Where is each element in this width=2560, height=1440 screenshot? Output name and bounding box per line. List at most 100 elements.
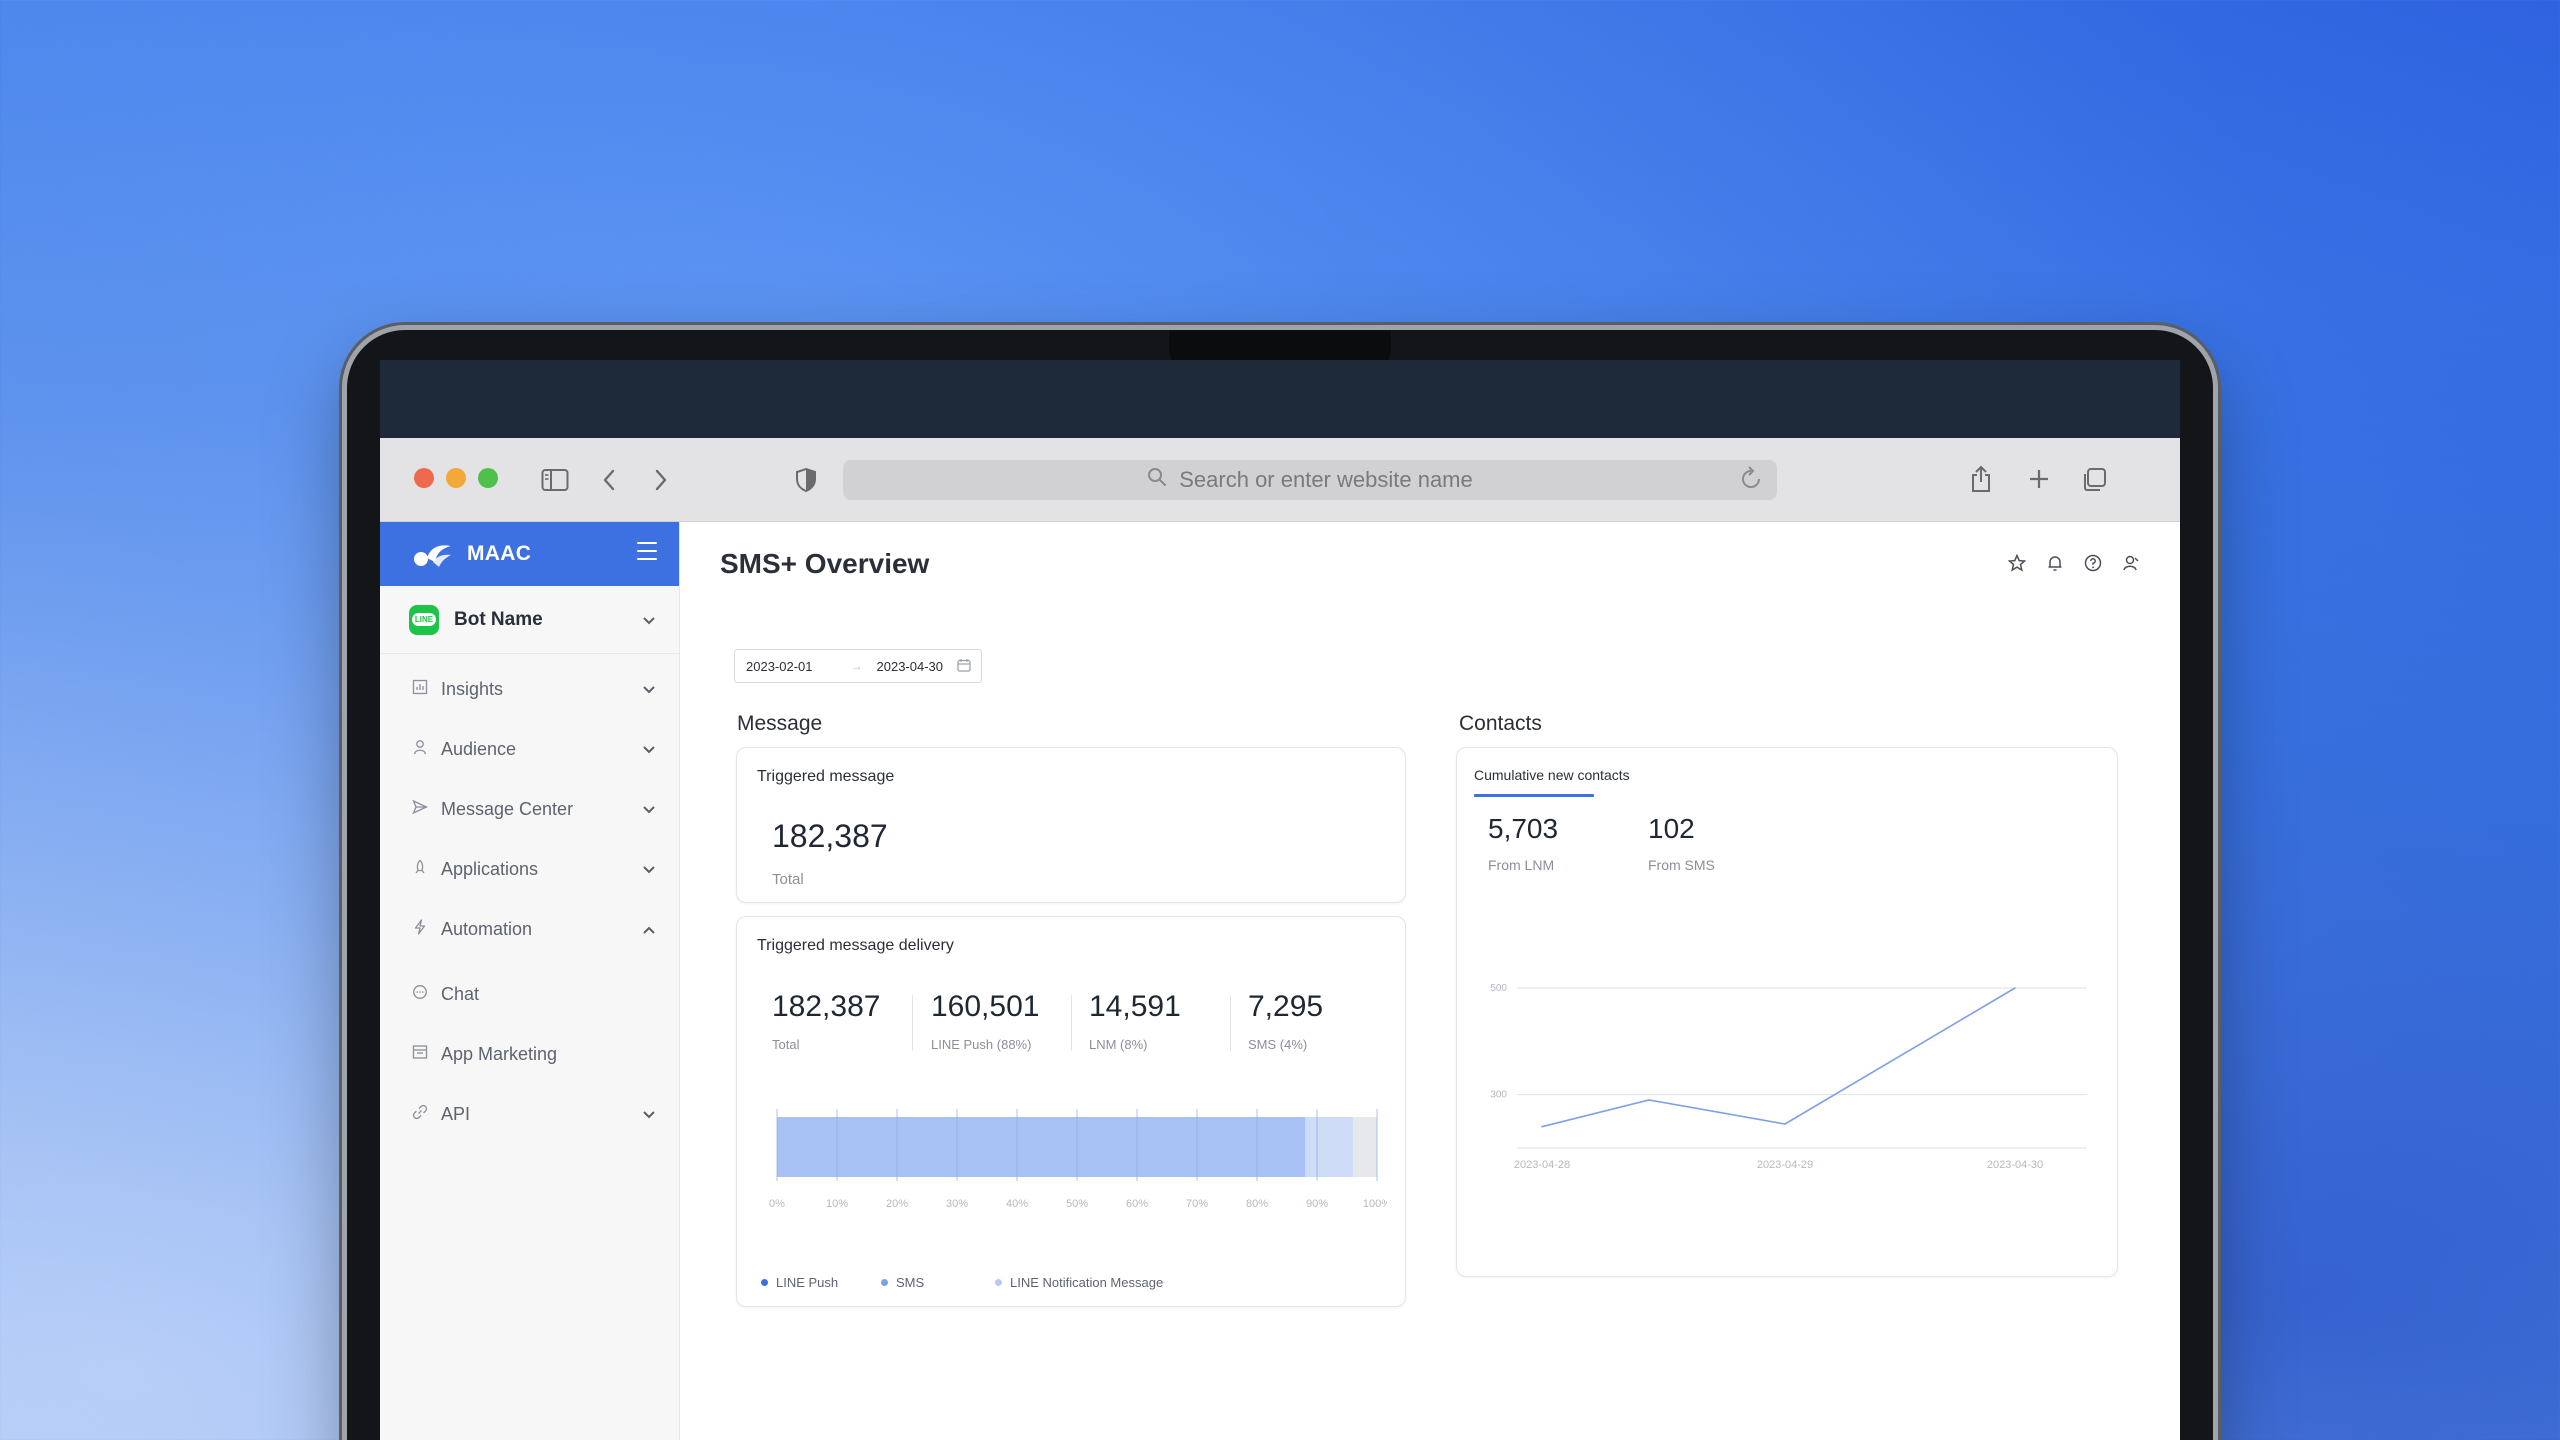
data-point [2014, 987, 2016, 989]
search-icon [1147, 467, 1167, 493]
divider [912, 995, 913, 1051]
new-tab-icon[interactable] [2026, 466, 2052, 492]
message-section-title: Message [737, 712, 823, 735]
sms-label: SMS (4%) [1248, 1037, 1308, 1052]
calendar-icon [957, 658, 971, 675]
arrow-right-icon: → [850, 659, 863, 673]
tick-label: 60% [1126, 1198, 1148, 1210]
main-content: SMS+ Overview 2023-02-01 → 2023-04-30 Me… [681, 522, 2180, 1440]
privacy-shield-icon[interactable] [793, 466, 819, 494]
close-window-button[interactable] [414, 468, 434, 488]
contacts-line-chart: 500 300 2023-04-28 2023-04-29 2023-04-30 [1490, 983, 2087, 1171]
tick-label: 70% [1186, 1198, 1208, 1210]
triggered-message-card: Triggered message 182,387 Total [736, 747, 1406, 903]
legend-item-sms: SMS [881, 1275, 924, 1290]
screen: Search or enter website name MAAC LINE B… [380, 360, 2180, 1440]
tick-label: 50% [1066, 1198, 1088, 1210]
delivery-total-label: Total [772, 1037, 800, 1052]
data-point [1784, 1123, 1786, 1125]
tick-label: 40% [1006, 1198, 1028, 1210]
sidebar-item-api[interactable]: API [380, 1084, 679, 1144]
bot-selector[interactable]: LINE Bot Name [380, 586, 679, 654]
legend-label: LINE Notification Message [1010, 1275, 1164, 1290]
reload-icon[interactable] [1739, 466, 1763, 499]
minimize-window-button[interactable] [446, 468, 466, 488]
account-icon[interactable] [2122, 554, 2140, 577]
share-icon[interactable] [1968, 464, 1994, 494]
brand-name: MAAC [467, 542, 532, 565]
delivery-card: Triggered message delivery 182,387 Total… [736, 916, 1406, 1307]
x-tick-label: 2023-04-29 [1757, 1159, 1813, 1171]
star-icon[interactable] [2007, 553, 2027, 577]
rocket-icon [411, 859, 429, 879]
y-tick-label: 500 [1490, 983, 1507, 994]
back-icon[interactable] [598, 466, 620, 494]
bolt-icon [411, 919, 429, 939]
divider [1071, 995, 1072, 1051]
delivery-total-value: 182,387 [772, 990, 881, 1023]
sidebar-item-applications[interactable]: Applications [380, 839, 679, 899]
card-title: Triggered message delivery [757, 937, 954, 954]
person-icon [411, 739, 429, 759]
brand-header: MAAC [380, 522, 679, 586]
forward-icon[interactable] [650, 466, 672, 494]
sidebar-item-label: Audience [441, 738, 517, 759]
sidebar-item-chat[interactable]: Chat [380, 964, 679, 1024]
page-title: SMS+ Overview [720, 548, 930, 579]
menu-bar-area [380, 360, 2180, 438]
sidebar-item-message-center[interactable]: Message Center [380, 779, 679, 839]
date-start: 2023-02-01 [746, 658, 813, 674]
browser-window: Search or enter website name MAAC LINE B… [380, 438, 2180, 1440]
from-sms-value: 102 [1648, 813, 1695, 844]
from-sms-label: From SMS [1648, 857, 1715, 873]
bell-icon[interactable] [2046, 554, 2064, 577]
tab-cumulative-new-contacts[interactable]: Cumulative new contacts [1474, 767, 1630, 783]
legend-label: LINE Push [776, 1275, 839, 1290]
sidebar-item-app-marketing[interactable]: App Marketing [380, 1024, 679, 1084]
legend-item-lnm: LINE Notification Message [995, 1275, 1163, 1290]
delivery-stacked-bar-chart: 0% 10% 20% 30% 40% 50% 60% 70% 80% 90% 100% [769, 1109, 1387, 1210]
divider [1230, 995, 1231, 1051]
maximize-window-button[interactable] [478, 468, 498, 488]
address-bar-placeholder: Search or enter website name [1179, 467, 1473, 492]
address-bar[interactable]: Search or enter website name [843, 460, 1777, 500]
help-icon[interactable] [2084, 554, 2102, 577]
chat-icon [411, 984, 429, 1004]
triggered-total-value: 182,387 [772, 818, 888, 854]
sidebar-item-automation[interactable]: Automation [380, 899, 679, 959]
maac-logo-icon [414, 545, 451, 567]
legend-label: SMS [896, 1275, 925, 1290]
sidebar-item-audience[interactable]: Audience [380, 719, 679, 779]
send-icon [411, 799, 429, 819]
sidebar-item-label: Automation [441, 918, 533, 939]
tick-label: 0% [769, 1198, 785, 1210]
tick-label: 100% [1363, 1198, 1387, 1210]
sidebar-toggle-icon[interactable] [540, 466, 570, 494]
tick-label: 90% [1306, 1198, 1328, 1210]
browser-toolbar: Search or enter website name [380, 438, 2180, 522]
store-icon [411, 1044, 429, 1064]
chevron-down-icon [643, 861, 655, 877]
sidebar-item-insights[interactable]: Insights [380, 659, 679, 719]
from-lnm-label: From LNM [1488, 857, 1555, 873]
y-tick-label: 300 [1490, 1090, 1507, 1101]
data-point [1541, 1125, 1543, 1128]
line-push-value: 160,501 [931, 990, 1040, 1023]
date-range-picker[interactable]: 2023-02-01 → 2023-04-30 [734, 649, 982, 683]
line-push-label: LINE Push (88%) [931, 1037, 1032, 1052]
bar-segment-line-notification-message [1353, 1117, 1377, 1177]
chevron-down-icon [643, 1106, 655, 1122]
lnm-label: LNM (8%) [1089, 1037, 1148, 1052]
active-tab-indicator [1474, 794, 1594, 797]
laptop-frame: Search or enter website name MAAC LINE B… [347, 330, 2213, 1440]
header-actions [2007, 553, 2140, 577]
legend-item-line-push: LINE Push [761, 1275, 838, 1290]
tab-overview-icon[interactable] [2080, 466, 2108, 494]
chevron-up-icon [643, 921, 655, 937]
from-lnm-value: 5,703 [1488, 813, 1559, 844]
bar-segment-sms [1305, 1117, 1353, 1177]
hamburger-menu-icon[interactable] [637, 542, 657, 560]
chevron-down-icon [643, 741, 655, 757]
link-icon [411, 1104, 429, 1124]
data-point [1648, 1099, 1650, 1101]
